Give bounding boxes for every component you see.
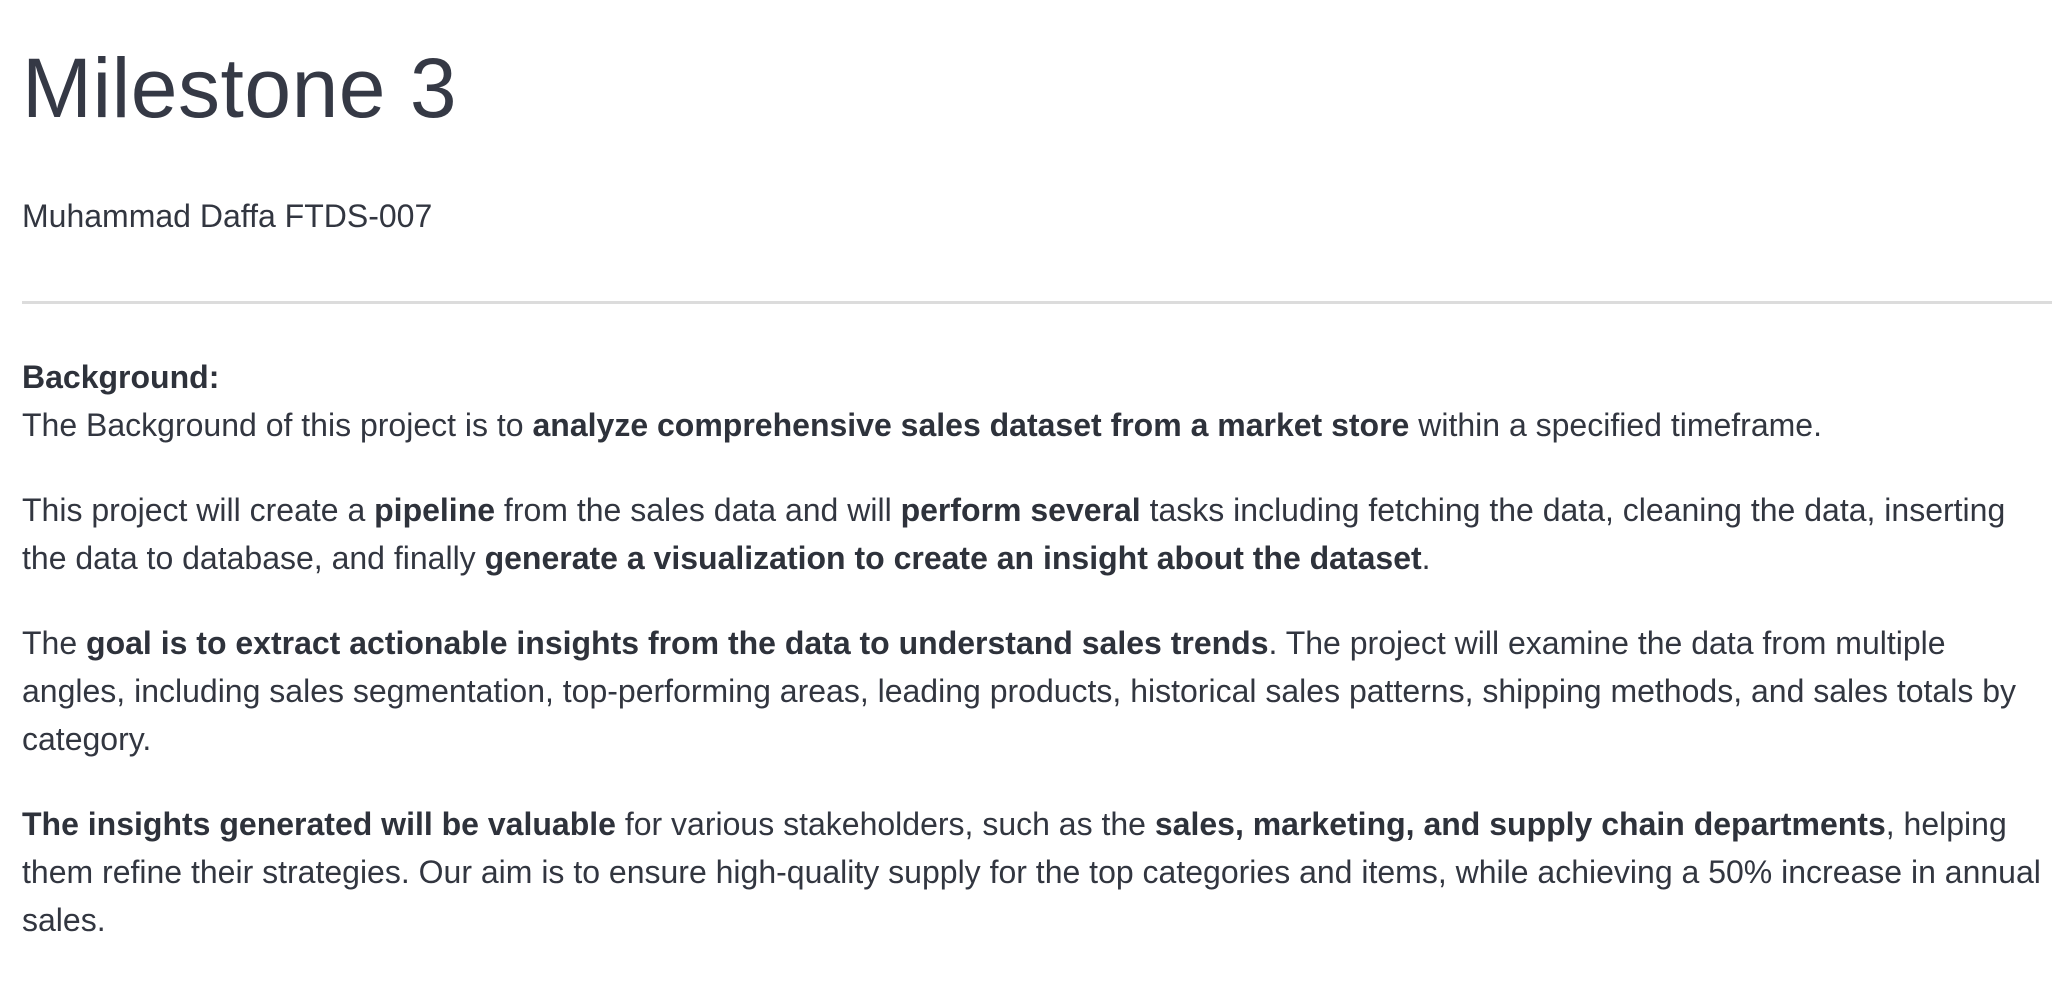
background-paragraph-2: This project will create a pipeline from… (22, 486, 2052, 582)
text-run: This project will create a (22, 492, 375, 528)
text-run: . (1421, 540, 1431, 576)
author-line: Muhammad Daffa FTDS-007 (22, 198, 433, 234)
background-paragraph-4: The insights generated will be valuable … (22, 800, 2052, 944)
document-page: Milestone 3 Muhammad Daffa FTDS-007 Back… (22, 0, 2052, 938)
emphasis-run: generate a visualization to create an in… (484, 540, 1422, 576)
text-run: The (22, 625, 87, 661)
background-section: Background: The Background of this projec… (22, 353, 2052, 981)
emphasis-run: perform several (900, 492, 1141, 528)
emphasis-run: sales, marketing, and supply chain depar… (1154, 806, 1886, 842)
emphasis-run: The insights generated will be valuable (22, 806, 616, 842)
emphasis-run: pipeline (374, 492, 496, 528)
background-paragraph-1: Background: The Background of this projec… (22, 353, 2052, 449)
background-heading: Background: (22, 359, 220, 395)
emphasis-run: goal is to extract actionable insights f… (86, 625, 1269, 661)
background-paragraph-3: The goal is to extract actionable insigh… (22, 619, 2052, 763)
text-run: for various stakeholders, such as the (615, 806, 1155, 842)
emphasis-run: analyze comprehensive sales dataset from… (532, 407, 1410, 443)
text-run: from the sales data and will (495, 492, 901, 528)
text-run: The Background of this project is to (22, 407, 533, 443)
page-title: Milestone 3 (22, 41, 458, 135)
text-run: within a specified timeframe. (1409, 407, 1822, 443)
divider (22, 301, 2052, 304)
